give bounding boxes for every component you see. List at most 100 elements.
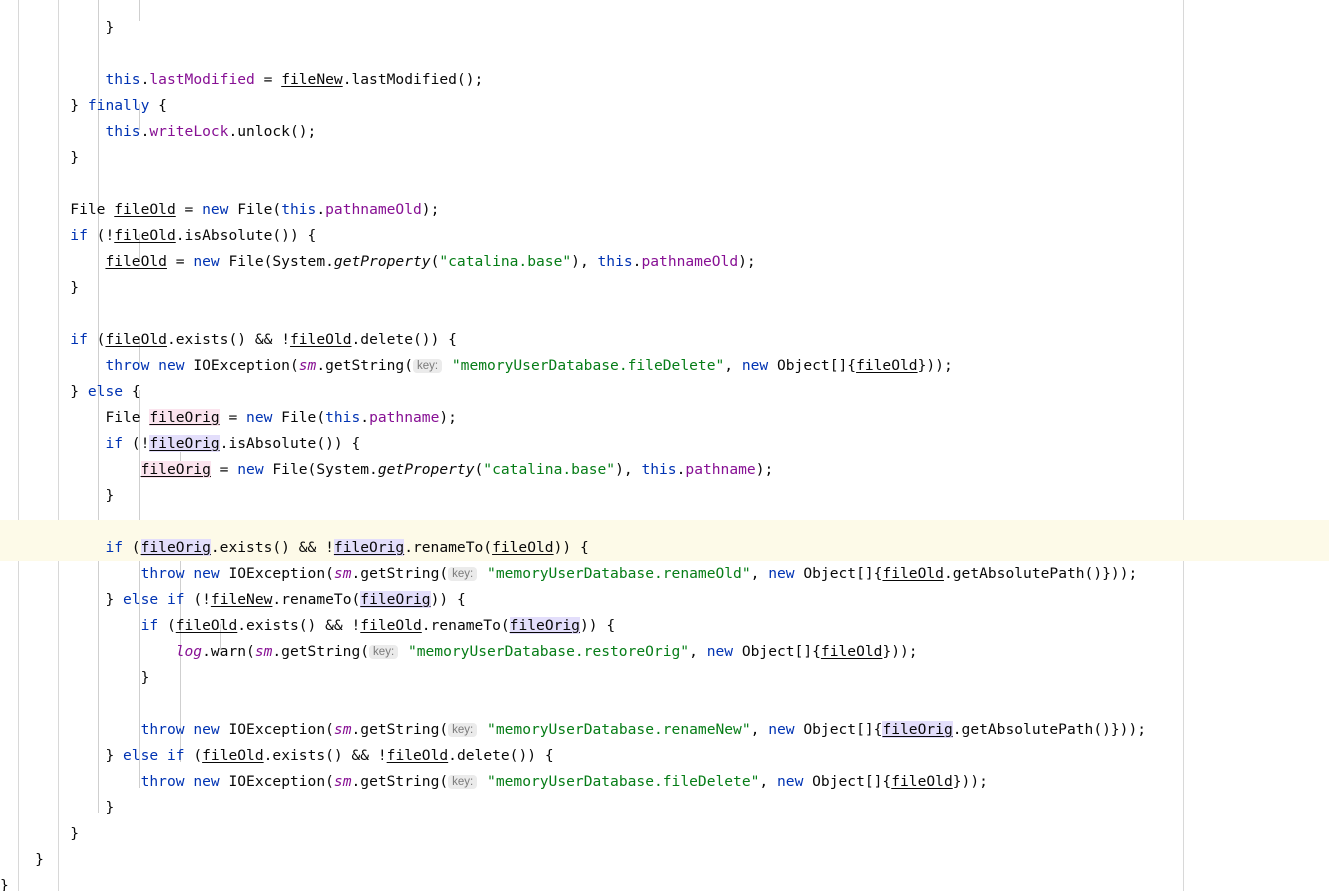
field-token: sm	[333, 564, 352, 582]
local-variable: fileOld	[202, 746, 264, 764]
plain-token: File(System.	[263, 460, 378, 478]
plain-token: File	[105, 408, 150, 426]
plain-token: IOException(	[219, 720, 334, 738]
code-line[interactable]: if (!fileOrig.isAbsolute()) {	[0, 431, 1329, 457]
code-line[interactable]: throw new IOException(sm.getString(key: …	[0, 353, 1329, 379]
plain-token: .getString(	[316, 356, 413, 374]
code-editor[interactable]: } this.lastModified = fileNew.lastModifi…	[0, 0, 1329, 891]
keyword-token: if	[70, 226, 88, 244]
code-line[interactable]: }	[0, 15, 1329, 41]
keyword-token: this	[105, 70, 141, 88]
code-line[interactable]: }	[0, 275, 1329, 301]
plain-token: =	[166, 252, 194, 270]
string-literal: "catalina.base"	[483, 460, 616, 478]
keyword-token: if	[105, 434, 124, 452]
keyword-token: new	[777, 772, 804, 790]
local-variable: fileOld	[175, 616, 238, 634]
string-literal: "memoryUserDatabase.fileDelete"	[451, 356, 725, 374]
plain-token: .getString(	[272, 642, 370, 660]
plain-token: }	[105, 18, 115, 36]
code-line[interactable]: }	[0, 145, 1329, 171]
code-line[interactable]: }	[0, 847, 1329, 873]
code-line[interactable]: if (fileOld.exists() && !fileOld.delete(…	[0, 327, 1329, 353]
code-line[interactable]: }	[0, 821, 1329, 847]
plain-token: .isAbsolute()) {	[219, 434, 361, 452]
code-line[interactable]	[0, 509, 1329, 535]
plain-token: .	[316, 200, 326, 218]
keyword-token: throw	[140, 772, 185, 790]
code-line[interactable]: throw new IOException(sm.getString(key: …	[0, 769, 1329, 795]
code-line[interactable]: if (fileOrig.exists() && !fileOrig.renam…	[0, 534, 1329, 561]
plain-token: .exists() && !	[166, 330, 290, 348]
plain-token: (	[184, 746, 203, 764]
local-variable: fileOld	[820, 642, 883, 660]
code-line[interactable]: }	[0, 483, 1329, 509]
local-variable: fileOld	[882, 564, 944, 582]
local-variable: fileOld	[856, 356, 918, 374]
code-line[interactable]: if (fileOld.exists() && !fileOld.renameT…	[0, 613, 1329, 639]
local-variable: fileOld	[891, 772, 953, 790]
plain-token: {	[123, 382, 141, 400]
code-line[interactable]: } finally {	[0, 93, 1329, 119]
code-line[interactable]: } else if (fileOld.exists() && !fileOld.…	[0, 743, 1329, 769]
code-line[interactable]	[0, 301, 1329, 327]
code-line[interactable]: }	[0, 665, 1329, 691]
code-line[interactable]: File fileOld = new File(this.pathnameOld…	[0, 197, 1329, 223]
field-token: sm	[298, 356, 317, 374]
keyword-token: new	[706, 642, 734, 660]
source-code[interactable]: } this.lastModified = fileNew.lastModifi…	[0, 15, 1329, 891]
local-variable: fileNew	[210, 590, 273, 608]
code-line[interactable]: this.writeLock.unlock();	[0, 119, 1329, 145]
inline-parameter-hint: key:	[413, 358, 443, 373]
plain-token: Object[]{	[803, 772, 892, 790]
code-line[interactable]: if (!fileOld.isAbsolute()) {	[0, 223, 1329, 249]
code-line[interactable]: }	[0, 873, 1329, 891]
code-line[interactable]	[0, 171, 1329, 197]
plain-token: File(	[228, 200, 282, 218]
plain-token: );	[755, 460, 774, 478]
field-token: sm	[333, 720, 352, 738]
plain-token: )) {	[579, 616, 616, 634]
code-line[interactable]: throw new IOException(sm.getString(key: …	[0, 717, 1329, 743]
code-line[interactable]	[0, 41, 1329, 67]
code-line[interactable]: } else {	[0, 379, 1329, 405]
field-token: log	[175, 642, 203, 660]
code-line[interactable]	[0, 691, 1329, 717]
plain-token: IOException(	[184, 356, 299, 374]
code-line[interactable]: }	[0, 795, 1329, 821]
plain-token: .	[360, 408, 370, 426]
plain-token: }	[70, 148, 80, 166]
code-line[interactable]: fileOld = new File(System.getProperty("c…	[0, 249, 1329, 275]
inline-parameter-hint: key:	[448, 774, 478, 789]
code-line[interactable]: throw new IOException(sm.getString(key: …	[0, 561, 1329, 587]
string-literal: "memoryUserDatabase.restoreOrig"	[407, 642, 690, 660]
plain-token: }	[140, 668, 150, 686]
keyword-token: this	[597, 252, 633, 270]
field-token: pathname	[369, 408, 440, 426]
local-variable: fileOld	[386, 746, 449, 764]
code-line[interactable]: } else if (!fileNew.renameTo(fileOrig)) …	[0, 587, 1329, 613]
local-variable: fileOrig	[149, 408, 220, 426]
keyword-token: if	[70, 330, 88, 348]
code-line[interactable]: log.warn(sm.getString(key: "memoryUserDa…	[0, 639, 1329, 665]
code-line[interactable]: File fileOrig = new File(this.pathname);	[0, 405, 1329, 431]
keyword-token: this	[641, 460, 677, 478]
plain-token: .exists() && !	[263, 746, 387, 764]
code-line[interactable]: this.lastModified = fileNew.lastModified…	[0, 67, 1329, 93]
code-line[interactable]: fileOrig = new File(System.getProperty("…	[0, 457, 1329, 483]
hint-spacer	[478, 721, 487, 738]
plain-token: ,	[759, 772, 777, 790]
field-token: pathname	[685, 460, 756, 478]
